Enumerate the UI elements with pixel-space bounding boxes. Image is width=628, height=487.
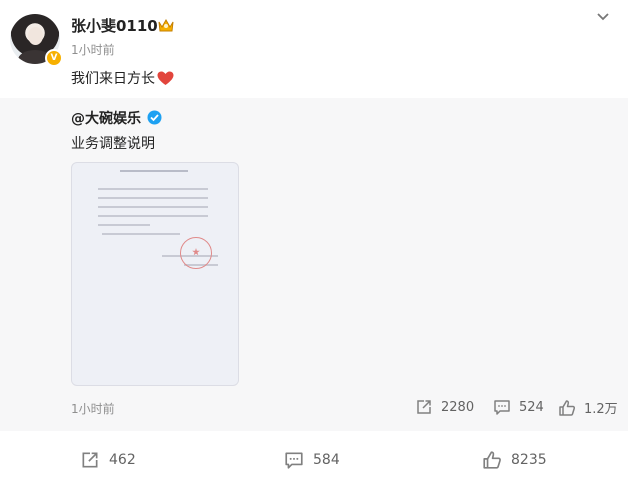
- comment-icon: [494, 400, 510, 415]
- document-image[interactable]: [71, 162, 239, 386]
- like-button[interactable]: 8235: [482, 450, 547, 470]
- doc-line: [98, 188, 208, 190]
- heart-icon: [157, 71, 174, 85]
- verified-icon: [147, 110, 162, 125]
- seal-stamp: [180, 237, 212, 269]
- chevron-down-icon[interactable]: [596, 10, 610, 24]
- comment-icon: [285, 452, 303, 469]
- comment-count: 584: [313, 452, 340, 468]
- doc-line: [98, 224, 150, 226]
- doc-line: [98, 206, 208, 208]
- avatar-face: [28, 27, 43, 45]
- like-icon: [483, 451, 501, 469]
- doc-line: [98, 197, 208, 199]
- repost-like-count: 1.2万: [584, 402, 618, 417]
- repost-forward-button[interactable]: 2280: [415, 398, 474, 416]
- doc-title-line: [120, 170, 188, 172]
- doc-line: [98, 215, 208, 217]
- like-icon: [559, 399, 576, 416]
- post-text: 我们来日方长: [71, 68, 174, 88]
- crown-icon: [158, 18, 174, 32]
- repost-like-button[interactable]: 1.2万: [558, 398, 618, 417]
- repost-text: 业务调整说明: [71, 136, 155, 152]
- doc-line: [102, 233, 180, 235]
- post-username[interactable]: 张小斐0110: [71, 15, 158, 36]
- forward-icon: [82, 452, 98, 468]
- like-count: 8235: [511, 452, 547, 468]
- repost-username[interactable]: @大碗娱乐: [71, 108, 141, 128]
- repost-forward-count: 2280: [441, 399, 475, 415]
- repost-time[interactable]: 1小时前: [71, 400, 115, 417]
- comment-button[interactable]: 584: [284, 450, 340, 470]
- repost-comment-count: 524: [519, 399, 544, 415]
- repost-card[interactable]: @大碗娱乐 业务调整说明 1小时前 2280 524 1.2万: [0, 98, 628, 431]
- repost-comment-button[interactable]: 524: [493, 398, 544, 416]
- post-time[interactable]: 1小时前: [71, 41, 115, 58]
- forward-button[interactable]: 462: [80, 450, 136, 470]
- forward-count: 462: [109, 452, 136, 468]
- post-text-content: 我们来日方长: [71, 71, 155, 87]
- forward-icon: [417, 400, 431, 414]
- v-badge-icon: V: [45, 49, 63, 67]
